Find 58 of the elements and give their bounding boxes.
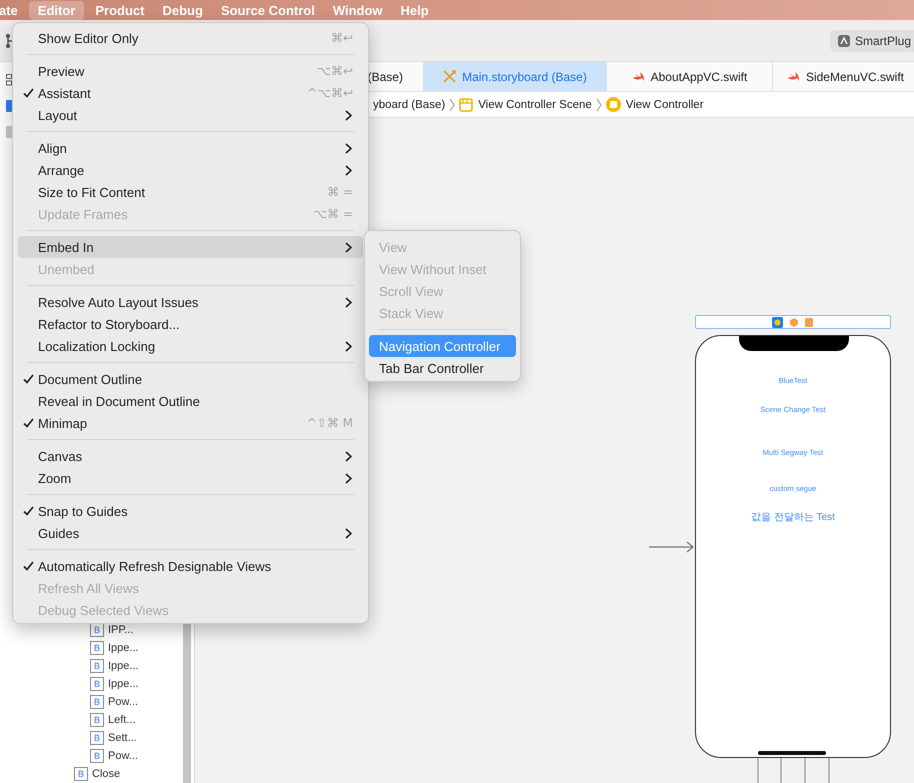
- menu-item[interactable]: Embed In: [18, 236, 363, 258]
- outline-item[interactable]: Ippe...: [108, 678, 139, 690]
- menu-item[interactable]: Arrange: [18, 159, 363, 181]
- chevron-icon: [596, 98, 602, 112]
- menu-item[interactable]: Resolve Auto Layout Issues: [18, 291, 363, 313]
- button-icon: B: [74, 767, 88, 781]
- editor-tab[interactable]: SideMenuVC.swift: [772, 62, 914, 91]
- menu-item[interactable]: Tab Bar Controller: [369, 357, 516, 379]
- chevron-icon: [449, 98, 456, 112]
- outline-item[interactable]: Left...: [108, 714, 136, 726]
- menu-item[interactable]: Zoom: [18, 467, 363, 489]
- scheme-selector[interactable]: SmartPlug: [830, 30, 914, 52]
- outline-item[interactable]: Sett...: [108, 732, 137, 744]
- scene-dock[interactable]: [694, 315, 891, 329]
- menu-item[interactable]: Preview ⌥⌘↩: [18, 60, 363, 82]
- outline-item[interactable]: Pow...: [108, 750, 138, 762]
- menu-item[interactable]: Minimap ^⇧⌘ M: [18, 412, 363, 434]
- view-controller-icon: [606, 97, 621, 112]
- home-indicator: [758, 751, 826, 755]
- swift-icon: [786, 70, 800, 82]
- button-icon: B: [90, 749, 104, 763]
- menu-item[interactable]: Show Editor Only ⌘↩: [18, 27, 363, 49]
- editor-tab[interactable]: AboutAppVC.swift: [606, 62, 773, 91]
- menu-item[interactable]: Refactor to Storyboard...: [18, 313, 363, 335]
- outline-item[interactable]: Ippe...: [108, 642, 139, 654]
- first-responder-icon[interactable]: [790, 318, 798, 326]
- breadcrumb-item[interactable]: yboard (Base): [372, 98, 446, 110]
- menu-item[interactable]: Layout: [18, 104, 363, 126]
- outline-item[interactable]: Close: [92, 768, 120, 780]
- menu-item[interactable]: Assistant ^⌥⌘↩: [18, 82, 363, 104]
- menu-item[interactable]: Document Outline: [18, 368, 363, 390]
- button-icon: B: [90, 659, 104, 673]
- breadcrumb-item[interactable]: View Controller: [606, 97, 704, 112]
- storyboard-icon: [443, 70, 456, 83]
- button-icon: B: [90, 677, 104, 691]
- outline-item[interactable]: Pow...: [108, 696, 138, 708]
- button-icon: B: [90, 695, 104, 709]
- button-icon: B: [90, 713, 104, 727]
- menu-item[interactable]: Size to Fit Content ⌘ =: [18, 181, 363, 203]
- hierarchy-icon[interactable]: [5, 32, 13, 48]
- exit-icon[interactable]: [805, 318, 814, 326]
- menu-item[interactable]: Localization Locking: [18, 335, 363, 357]
- breadcrumb-item[interactable]: View Controller Scene: [459, 98, 592, 112]
- button-icon: B: [90, 731, 104, 745]
- menu-item[interactable]: Guides: [18, 522, 363, 544]
- menu-item[interactable]: Automatically Refresh Designable Views: [18, 555, 363, 577]
- entry-arrow: [648, 541, 695, 553]
- button-icon: B: [90, 641, 104, 655]
- swift-icon: [632, 70, 645, 82]
- app-icon: [838, 34, 850, 46]
- menu-item[interactable]: Reveal in Document Outline: [18, 390, 363, 412]
- view-controller-icon[interactable]: [772, 316, 784, 328]
- menu-item[interactable]: Snap to Guides: [18, 500, 363, 522]
- outline-item[interactable]: Ippe...: [108, 660, 139, 672]
- button-icon: B: [90, 623, 104, 637]
- menu-item[interactable]: Align: [18, 137, 363, 159]
- outline-item[interactable]: IPP...: [108, 624, 134, 636]
- menu-item[interactable]: Canvas: [18, 445, 363, 467]
